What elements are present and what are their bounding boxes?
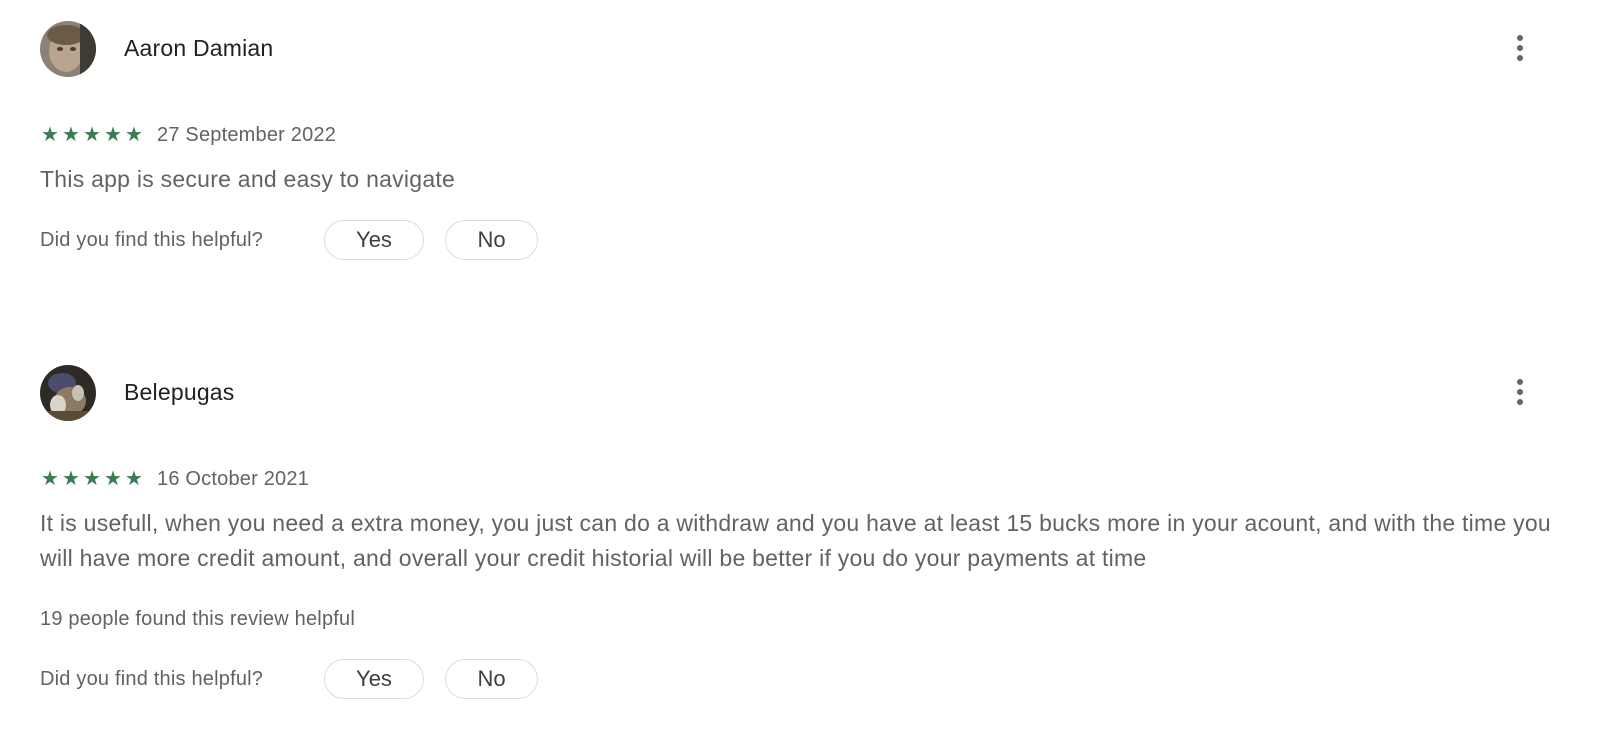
review-card: Belepugas ★ ★ ★ ★ ★ 16 October 2021 It i… [40, 364, 1570, 700]
yes-button[interactable]: Yes [324, 659, 424, 699]
review-date: 16 October 2021 [157, 467, 309, 490]
dot [1517, 35, 1523, 41]
helpful-count: 19 people found this review helpful [40, 608, 355, 630]
star-icon: ★ [125, 124, 143, 146]
dot [1517, 55, 1523, 61]
star-icon: ★ [104, 468, 122, 490]
no-button[interactable]: No [445, 220, 538, 260]
star-rating: ★ ★ ★ ★ ★ [40, 125, 144, 145]
star-icon: ★ [125, 468, 143, 490]
star-icon: ★ [83, 124, 101, 146]
review-text: This app is secure and easy to navigate [40, 166, 456, 192]
avatar [40, 20, 96, 77]
no-button[interactable]: No [445, 659, 538, 699]
star-icon: ★ [62, 468, 80, 490]
helpful-vote-row: Did you find this helpful? Yes No [40, 658, 1570, 700]
yes-button[interactable]: Yes [324, 220, 424, 260]
dot [1517, 389, 1523, 395]
star-icon: ★ [41, 124, 59, 146]
star-rating: ★ ★ ★ ★ ★ [40, 469, 144, 489]
review-text: It is usefull, when you need a extra mon… [40, 510, 1551, 571]
avatar [40, 364, 96, 421]
helpful-prompt: Did you find this helpful? [40, 228, 264, 251]
author-name: Belepugas [124, 379, 235, 405]
author-name: Aaron Damian [124, 35, 274, 61]
star-icon: ★ [83, 468, 101, 490]
review-date: 27 September 2022 [157, 123, 337, 146]
star-icon: ★ [104, 124, 122, 146]
dot [1517, 379, 1523, 385]
helpful-prompt: Did you find this helpful? [40, 667, 264, 690]
rating-row: ★ ★ ★ ★ ★ 27 September 2022 [40, 120, 1570, 150]
review-header: Aaron Damian [40, 20, 1570, 77]
more-vert-icon[interactable] [1508, 376, 1532, 408]
helpful-vote-row: Did you find this helpful? Yes No [40, 219, 1570, 261]
star-icon: ★ [62, 124, 80, 146]
review-header: Belepugas [40, 364, 1570, 421]
more-vert-icon[interactable] [1508, 32, 1532, 64]
star-icon: ★ [41, 468, 59, 490]
dot [1517, 45, 1523, 51]
rating-row: ★ ★ ★ ★ ★ 16 October 2021 [40, 464, 1570, 494]
dot [1517, 399, 1523, 405]
review-card: Aaron Damian ★ ★ ★ ★ ★ 27 September 2022… [40, 20, 1570, 261]
